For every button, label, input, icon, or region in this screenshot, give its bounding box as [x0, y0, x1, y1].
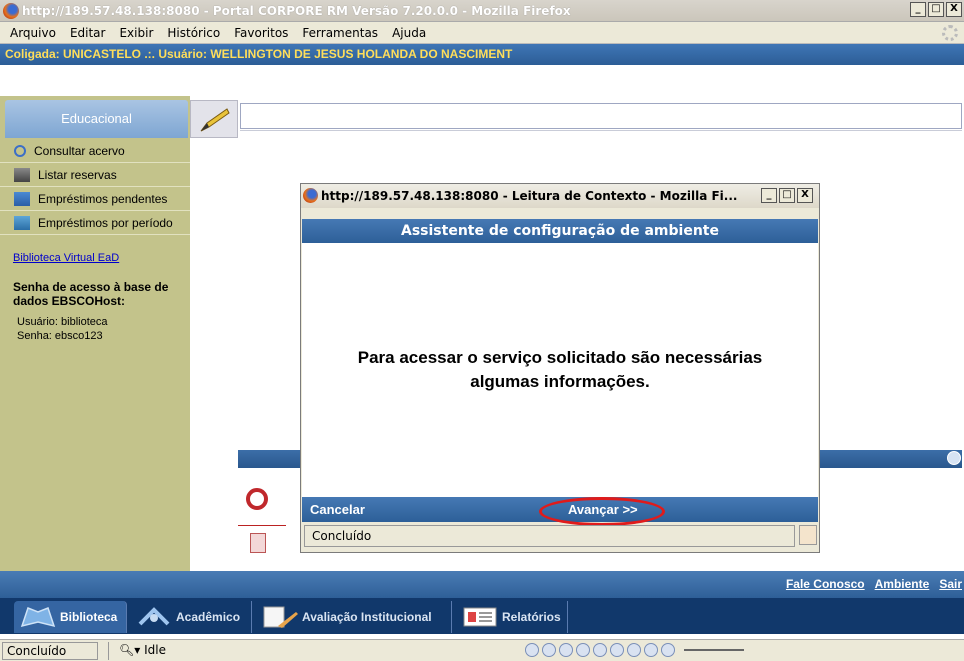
player-eject-button[interactable]	[644, 643, 658, 657]
menu-exibir[interactable]: Exibir	[119, 26, 153, 40]
report-icon	[463, 607, 497, 627]
divider	[240, 130, 962, 131]
books-icon	[20, 607, 56, 628]
calendar-icon	[14, 215, 30, 230]
tab-biblioteca[interactable]: Biblioteca	[14, 601, 127, 633]
cancel-button[interactable]: Cancelar	[310, 502, 365, 517]
search-icon	[14, 144, 26, 157]
search-icon: 🔍︎▾	[119, 643, 145, 657]
tab-academico[interactable]: Acadêmico	[130, 601, 252, 633]
status-idle: 🔍︎▾ Idle	[108, 642, 328, 660]
sidebar-item-label: Consultar acervo	[34, 143, 125, 158]
tab-relatorios[interactable]: Relatórios	[456, 601, 568, 633]
player-previous-button[interactable]	[525, 643, 539, 657]
player-next-button[interactable]	[627, 643, 641, 657]
sidebar-item-label: Empréstimos por período	[38, 215, 173, 230]
senha-text: Senha: ebsco123	[17, 330, 103, 342]
window-controls: _ □ X	[910, 2, 962, 17]
highlight-annotation	[539, 497, 665, 526]
ambiente-link[interactable]: Ambiente	[875, 577, 930, 591]
window-titlebar: http://189.57.48.138:8080 - Portal CORPO…	[0, 0, 964, 22]
sidebar-menu: Consultar acervo Listar reservas Emprést…	[0, 139, 190, 235]
sidebar-item-emprestimos-pendentes[interactable]: Empréstimos pendentes	[0, 187, 190, 211]
popup-status: Concluído	[304, 525, 795, 547]
popup-titlebar: http://189.57.48.138:8080 - Leitura de C…	[301, 184, 819, 208]
sidebar-item-emprestimos-periodo[interactable]: Empréstimos por período	[0, 211, 190, 235]
status-done: Concluído	[2, 642, 98, 660]
firefox-icon	[303, 188, 318, 203]
menu-historico[interactable]: Histórico	[167, 26, 220, 40]
collapse-icon[interactable]	[947, 451, 961, 465]
evaluation-icon	[263, 606, 298, 628]
volume-slider[interactable]	[684, 649, 744, 651]
tab-label: Relatórios	[502, 610, 561, 624]
media-player-controls	[525, 643, 744, 657]
biblioteca-virtual-link[interactable]: Biblioteca Virtual EaD	[13, 252, 119, 264]
popup-title: http://189.57.48.138:8080 - Leitura de C…	[321, 189, 738, 203]
sidebar-item-label: Listar reservas	[38, 167, 117, 182]
menu-ferramentas[interactable]: Ferramentas	[302, 26, 378, 40]
menu-ajuda[interactable]: Ajuda	[392, 26, 426, 40]
edit-button[interactable]	[190, 100, 238, 138]
sidebar-item-listar-reservas[interactable]: Listar reservas	[0, 163, 190, 187]
usuario-text: Usuário: biblioteca	[17, 316, 108, 328]
player-volume-icon[interactable]	[661, 643, 675, 657]
target-icon[interactable]	[246, 488, 268, 510]
menu-editar[interactable]: Editar	[70, 26, 106, 40]
pencil-icon	[200, 108, 230, 132]
menu-bar: Arquivo Editar Exibir Histórico Favorito…	[0, 22, 964, 44]
popup-close-button[interactable]: X	[797, 188, 813, 203]
sidebar-item-label: Empréstimos pendentes	[38, 191, 168, 206]
browser-statusbar: Concluído 🔍︎▾ Idle	[0, 639, 964, 661]
player-play-button[interactable]	[559, 643, 573, 657]
firefox-icon	[3, 3, 19, 19]
window-title: http://189.57.48.138:8080 - Portal CORPO…	[22, 4, 571, 18]
context-popup: http://189.57.48.138:8080 - Leitura de C…	[300, 183, 820, 553]
academic-icon	[138, 607, 170, 626]
tab-label: Acadêmico	[176, 610, 241, 624]
throbber-icon	[942, 25, 958, 41]
coligada-bar: Coligada: UNICASTELO .:. Usuário: WELLIN…	[0, 44, 964, 65]
senha-title: Senha de acesso à base de dados EBSCOHos…	[13, 280, 169, 308]
player-pause-button[interactable]	[576, 643, 590, 657]
popup-window-controls: _ □ X	[761, 188, 813, 203]
player-stop-button[interactable]	[593, 643, 607, 657]
popup-maximize-button[interactable]: □	[779, 188, 795, 203]
popup-header: Assistente de configuração de ambiente	[302, 219, 818, 243]
footer-links: Fale Conosco Ambiente Sair	[786, 577, 962, 591]
menu-arquivo[interactable]: Arquivo	[10, 26, 56, 40]
sair-link[interactable]: Sair	[939, 577, 962, 591]
divider	[238, 525, 286, 526]
player-forward-button[interactable]	[610, 643, 624, 657]
popup-message-line2: algumas informações.	[470, 372, 650, 391]
fale-conosco-link[interactable]: Fale Conosco	[786, 577, 865, 591]
tab-label: Biblioteca	[60, 610, 118, 624]
popup-body: Para acessar o serviço solicitado são ne…	[302, 243, 818, 497]
document-icon[interactable]	[250, 533, 266, 553]
top-input[interactable]	[240, 103, 962, 129]
popup-minimize-button[interactable]: _	[761, 188, 777, 203]
minimize-button[interactable]: _	[910, 2, 926, 17]
tab-label: Avaliação Institucional	[302, 610, 432, 624]
sidebar-tab-educacional[interactable]: Educacional	[5, 100, 188, 138]
close-button[interactable]: X	[946, 2, 962, 17]
popup-status-icon	[799, 525, 817, 545]
tab-avaliacao[interactable]: Avaliação Institucional	[256, 601, 452, 633]
menu-favoritos[interactable]: Favoritos	[234, 26, 288, 40]
sidebar-item-consultar-acervo[interactable]: Consultar acervo	[0, 139, 190, 163]
list-icon	[14, 167, 30, 182]
player-rewind-button[interactable]	[542, 643, 556, 657]
popup-message: Para acessar o serviço solicitado são ne…	[302, 346, 818, 394]
maximize-button[interactable]: □	[928, 2, 944, 17]
popup-footer: Cancelar Avançar >>	[302, 497, 818, 526]
pending-icon	[14, 191, 30, 206]
popup-message-line1: Para acessar o serviço solicitado são ne…	[357, 348, 763, 367]
status-idle-text: Idle	[144, 643, 166, 657]
